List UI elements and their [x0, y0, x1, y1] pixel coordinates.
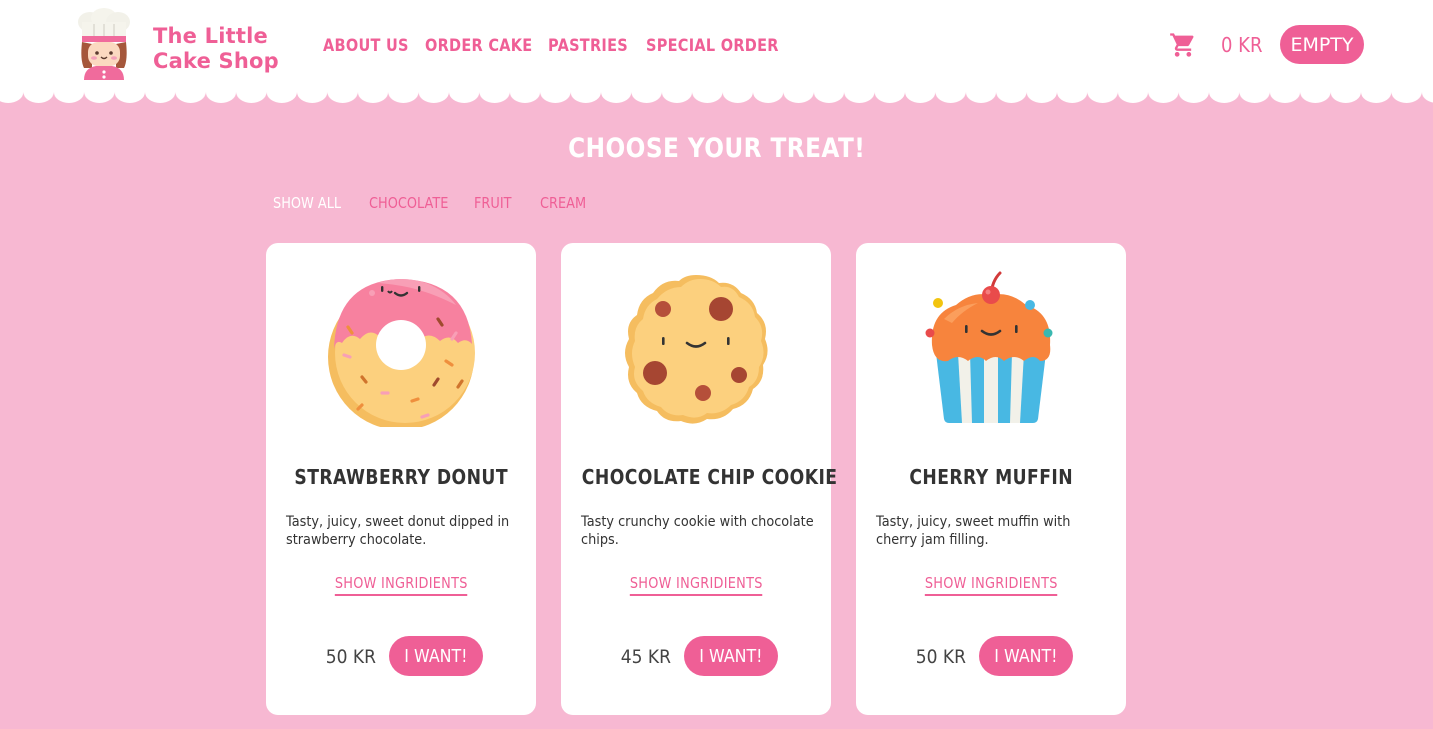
logo[interactable]: The Little Cake Shop [76, 8, 296, 82]
brand-name-line-1: The Little [153, 24, 268, 48]
scalloped-header-edge [0, 90, 1433, 106]
product-name: CHERRY MUFFIN [909, 465, 1073, 489]
category-filters: SHOW ALL CHOCOLATE FRUIT CREAM [273, 191, 600, 215]
ingredients-link-wrap: SHOW INGRIDIENTS [856, 573, 1126, 596]
filter-fruit[interactable]: FRUIT [474, 191, 531, 215]
nav-special-order[interactable]: SPECIAL ORDER [646, 34, 778, 58]
add-to-cart-label: I WANT! [994, 645, 1058, 667]
filter-show-all[interactable]: SHOW ALL [273, 191, 356, 215]
cookie-icon [625, 275, 768, 424]
filter-chocolate[interactable]: CHOCOLATE [369, 191, 459, 215]
add-to-cart-button[interactable]: I WANT! [684, 636, 778, 676]
product-price: 50 KR [325, 646, 376, 668]
add-to-cart-label: I WANT! [699, 645, 763, 667]
site-header: The Little Cake Shop ABOUT US ORDER CAKE… [0, 0, 1433, 92]
show-ingredients-link[interactable]: SHOW INGRIDIENTS [334, 573, 468, 596]
nav-pastries[interactable]: PASTRIES [548, 34, 628, 58]
chef-girl-logo-icon [78, 8, 130, 80]
nav-order-cake[interactable]: ORDER CAKE [425, 34, 532, 58]
product-card: STRAWBERRY DONUT Tasty, juicy, sweet don… [266, 243, 536, 715]
main-nav: ABOUT US ORDER CAKE PASTRIES SPECIAL ORD… [323, 34, 797, 58]
product-name: CHOCOLATE CHIP COOKIE [581, 465, 838, 489]
empty-cart-button[interactable]: EMPTY [1280, 25, 1364, 64]
product-name: STRAWBERRY DONUT [294, 465, 508, 489]
cart-icon[interactable] [1169, 31, 1197, 59]
product-price: 45 KR [620, 646, 671, 668]
add-to-cart-button[interactable]: I WANT! [979, 636, 1073, 676]
page-title: CHOOSE YOUR TREAT! [567, 133, 866, 164]
product-description: Tasty, juicy, sweet muffin with cherry j… [876, 514, 1071, 548]
show-ingredients-link[interactable]: SHOW INGRIDIENTS [924, 573, 1058, 596]
muffin-icon [925, 271, 1053, 423]
product-card: CHOCOLATE CHIP COOKIE Tasty crunchy cook… [561, 243, 838, 715]
ingredients-link-wrap: SHOW INGRIDIENTS [561, 573, 831, 596]
add-to-cart-button[interactable]: I WANT! [389, 636, 483, 676]
add-to-cart-label: I WANT! [404, 645, 468, 667]
product-card: CHERRY MUFFIN Tasty, juicy, sweet muffin… [856, 243, 1126, 715]
brand-name: The Little Cake Shop [153, 24, 303, 74]
show-ingredients-link[interactable]: SHOW INGRIDIENTS [629, 573, 763, 596]
nav-about-us[interactable]: ABOUT US [323, 34, 408, 58]
brand-name-line-2: Cake Shop [153, 49, 279, 73]
product-price: 50 KR [915, 646, 966, 668]
filter-cream[interactable]: CREAM [540, 191, 592, 215]
donut-icon [328, 279, 475, 427]
ingredients-link-wrap: SHOW INGRIDIENTS [266, 573, 536, 596]
product-description: Tasty, juicy, sweet donut dipped in stra… [286, 514, 510, 548]
product-description: Tasty crunchy cookie with chocolate chip… [581, 514, 814, 548]
cart-total: 0 KR [1221, 33, 1263, 57]
